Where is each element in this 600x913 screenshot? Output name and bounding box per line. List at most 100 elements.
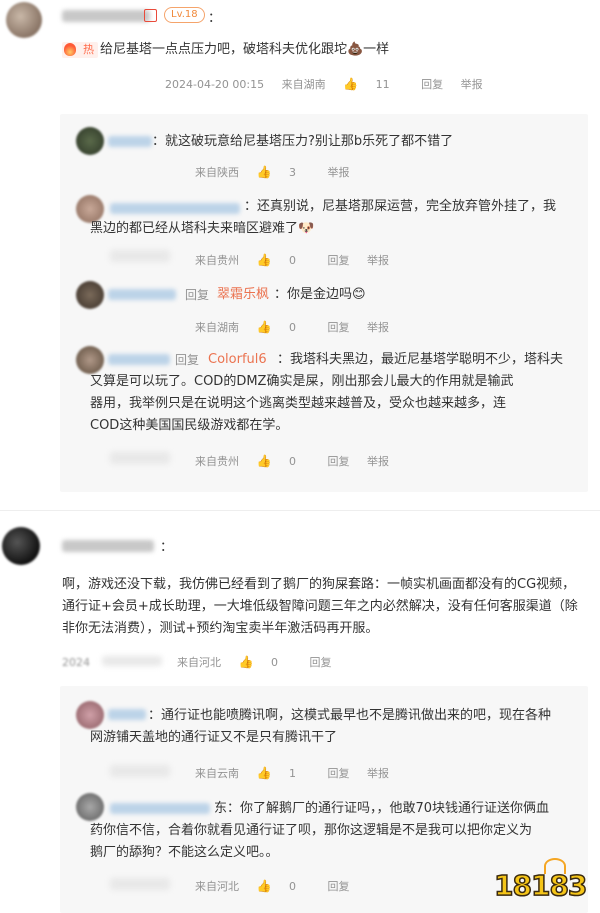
like-count: 0 <box>270 656 278 669</box>
username-blurred[interactable] <box>62 10 150 22</box>
reply-text: ：还真别说，尼基塔那屎运营，完全放弃管外挂了，我 <box>244 199 557 214</box>
level-badge: Lv.18 <box>164 7 205 23</box>
comment-meta: 2024 来自河北 👍 0 回复 <box>62 654 345 670</box>
location: 来自河北 <box>177 656 221 669</box>
reply-meta: 来自湖南 👍 0 回复 举报 <box>195 319 403 335</box>
like-button[interactable]: 👍 0 <box>257 454 310 468</box>
colon: ： <box>160 540 174 555</box>
reply-text: 又算是可以玩了。COD的DMZ确实是屎，刚出那会儿最大的作用就是输武 <box>90 374 514 389</box>
reply-text: 药你信不信，合着你就看见通行证了呗，那你这逻辑是不是我可以把你定义为 <box>90 823 533 838</box>
blurred-area <box>110 878 170 890</box>
username-blurred[interactable] <box>62 540 154 552</box>
location: 来自云南 <box>195 767 239 780</box>
reply-text: 网游铺天盖地的通行证又不是只有腾讯干了 <box>90 730 338 745</box>
like-button[interactable]: 👍 0 <box>257 253 310 267</box>
blurred-area <box>110 452 170 464</box>
reply-text: COD这种美国国民级游戏都在学。 <box>90 418 289 433</box>
reply-text: ：你是金边吗😊 <box>274 287 366 302</box>
report-button[interactable]: 举报 <box>367 252 389 268</box>
comment-text: 给尼基塔一点点压力吧，破塔科夫优化跟坨💩一样 <box>100 42 390 57</box>
username-blurred[interactable] <box>110 803 210 814</box>
reply-meta: 来自河北 👍 0 回复 <box>195 878 363 894</box>
reply-target-link[interactable]: Colorful6 <box>208 349 267 371</box>
like-button[interactable]: 👍 0 <box>239 655 292 669</box>
thumb-up-icon: 👍 <box>343 77 359 91</box>
reply-meta: 来自陕西 👍 3 举报 <box>195 164 363 180</box>
like-button[interactable]: 👍 11 <box>343 77 403 91</box>
location: 来自贵州 <box>195 254 239 267</box>
location: 来自湖南 <box>195 321 239 334</box>
username-blurred[interactable] <box>108 136 152 147</box>
reply-target-link[interactable]: 翠霜乐枫 <box>217 284 269 306</box>
thumb-up-icon: 👍 <box>256 253 272 267</box>
reply-text: 黑边的都已经从塔科夫来暗区避难了🐶 <box>90 221 315 236</box>
comment-text: 非你无法消费），测试+预约淘宝卖半年激活码再开服。 <box>62 621 379 636</box>
blurred-area <box>110 250 170 262</box>
username-blurred[interactable] <box>108 709 146 720</box>
reply-button[interactable]: 回复 <box>421 76 443 92</box>
like-count: 1 <box>288 767 296 780</box>
location: 来自贵州 <box>195 455 239 468</box>
reply-button[interactable]: 回复 <box>327 319 349 335</box>
like-count: 3 <box>288 166 296 179</box>
report-button[interactable]: 举报 <box>367 765 389 781</box>
colon: ： <box>208 11 222 26</box>
username-blurred[interactable] <box>108 354 170 365</box>
blurred-area <box>110 765 170 777</box>
divider <box>0 510 600 511</box>
avatar[interactable] <box>76 127 104 155</box>
blurred-area <box>101 656 162 666</box>
thumb-up-icon: 👍 <box>256 766 272 780</box>
report-button[interactable]: 举报 <box>367 319 389 335</box>
avatar[interactable] <box>6 2 42 38</box>
avatar[interactable] <box>76 346 104 374</box>
location: 来自陕西 <box>195 166 239 179</box>
avatar[interactable] <box>76 701 104 729</box>
report-button[interactable]: 举报 <box>367 453 389 469</box>
like-button[interactable]: 👍 0 <box>257 320 310 334</box>
reply-button[interactable]: 回复 <box>327 252 349 268</box>
timestamp: 2024-04-20 00:15 <box>165 78 265 91</box>
like-count: 0 <box>288 254 296 267</box>
watermark-text: 18183 <box>493 869 588 903</box>
reply-button[interactable]: 回复 <box>327 878 349 894</box>
reply-button[interactable]: 回复 <box>327 765 349 781</box>
reply-button[interactable]: 回复 <box>327 453 349 469</box>
report-button[interactable]: 举报 <box>461 76 483 92</box>
avatar[interactable] <box>2 527 40 565</box>
timestamp: 2024 <box>62 656 90 669</box>
location: 来自湖南 <box>281 78 326 91</box>
reply-label: 回复 <box>175 353 200 367</box>
reply-text: ：我塔科夫黑边，最近尼基塔学聪明不少，塔科夫 <box>277 352 564 367</box>
reply-text: 东：你了解鹅厂的通行证吗，，他敢70块钱通行证送你俩血 <box>214 801 550 816</box>
reply-label: 回复 <box>185 288 210 302</box>
comment-meta: 2024-04-20 00:15 来自湖南 👍 11 回复 举报 <box>165 76 497 92</box>
vip-icon <box>144 9 157 22</box>
reply-text: ：通行证也能喷腾讯啊，这模式最早也不是腾讯做出来的吧，现在各种 <box>148 708 552 723</box>
like-count: 0 <box>288 455 296 468</box>
watermark-logo: 18183 <box>492 858 592 906</box>
avatar[interactable] <box>76 281 104 309</box>
reply-button[interactable]: 回复 <box>309 654 331 670</box>
username-blurred[interactable] <box>108 289 176 300</box>
reply-meta: 来自云南 👍 1 回复 举报 <box>195 765 403 781</box>
fire-icon <box>64 43 76 56</box>
comment-text: 通行证+会员+成长助理，一大堆低级智障问题三年之内必然解决，没有任何客服渠道（除 <box>62 599 578 614</box>
like-count: 11 <box>375 78 390 91</box>
thumb-up-icon: 👍 <box>238 655 254 669</box>
report-button[interactable]: 举报 <box>327 164 349 180</box>
thumb-up-icon: 👍 <box>256 879 272 893</box>
username-blurred[interactable] <box>110 203 240 214</box>
avatar[interactable] <box>76 793 104 821</box>
like-button[interactable]: 👍 3 <box>257 165 310 179</box>
like-button[interactable]: 👍 1 <box>257 766 310 780</box>
like-button[interactable]: 👍 0 <box>257 879 310 893</box>
comment-text: 啊，游戏还没下载，我仿佛已经看到了鹅厂的狗屎套路：一帧实机画面都没有的CG视频， <box>62 577 576 592</box>
reply-meta: 来自贵州 👍 0 回复 举报 <box>195 252 403 268</box>
like-count: 0 <box>288 321 296 334</box>
thumb-up-icon: 👍 <box>256 454 272 468</box>
reply-text: ：就这破玩意给尼基塔压力?别让那b乐死了都不错了 <box>152 134 454 149</box>
reply-meta: 来自贵州 👍 0 回复 举报 <box>195 453 403 469</box>
thumb-up-icon: 👍 <box>256 165 272 179</box>
hot-badge: 热 <box>62 42 98 58</box>
